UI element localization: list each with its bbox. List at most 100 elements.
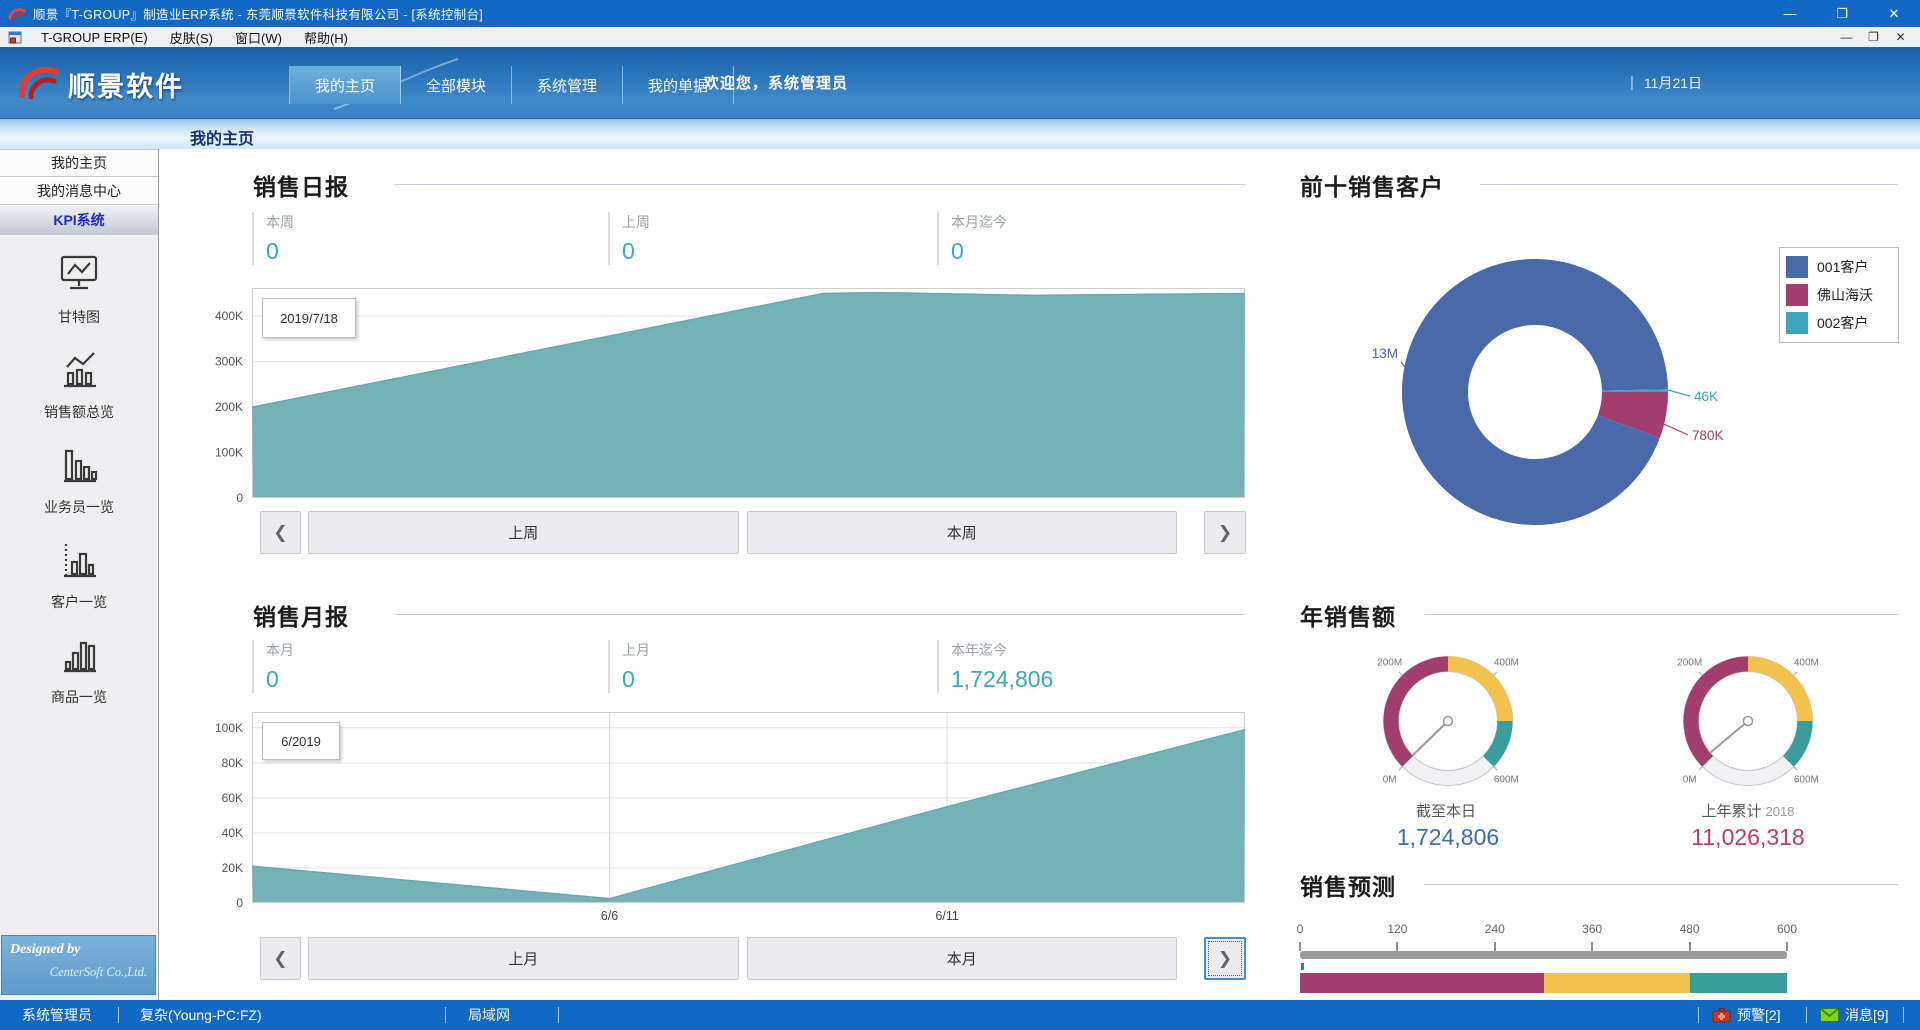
- sidebar-tool-customer-list[interactable]: 客户一览: [51, 536, 107, 612]
- stat-this-month: 本月 0: [252, 640, 608, 693]
- window-close-button[interactable]: ✕: [1868, 0, 1920, 27]
- monthly-next-button[interactable]: ❯: [1204, 937, 1246, 980]
- divider: [1425, 884, 1898, 885]
- stat-month-to-date: 本月迄今 0: [937, 212, 1245, 265]
- monthly-stats: 本月 0 上月 0 本年迄今 1,724,806: [252, 640, 1245, 693]
- product-list-icon: [56, 631, 102, 680]
- divider: [1903, 1007, 1904, 1023]
- main-nav-tabs: 我的主页 全部模块 系统管理 我的单据: [289, 66, 734, 104]
- svg-text:0M: 0M: [1383, 774, 1397, 785]
- top-customers-title: 前十销售客户: [1300, 168, 1444, 202]
- daily-next-button[interactable]: ❯: [1204, 511, 1246, 554]
- tab-my-homepage[interactable]: 我的主页: [290, 66, 401, 104]
- gauge2-caption: 上年累计2018: [1663, 800, 1833, 821]
- salesman-list-icon: [56, 441, 102, 490]
- svg-text:13M: 13M: [1372, 346, 1398, 361]
- sidebar-item-message-center[interactable]: 我的消息中心: [0, 177, 158, 205]
- sidebar: 我的主页 我的消息中心 KPI系统 甘特图 销售额总览 业务员一览: [0, 149, 159, 1000]
- sidebar-tool-sales-overview[interactable]: 销售额总览: [44, 346, 114, 422]
- forecast-axis-tick: 600: [1767, 922, 1807, 936]
- daily-chart-tooltip: 2019/7/18: [262, 298, 356, 338]
- gauge2-year: 2018: [1766, 804, 1795, 819]
- divider: [445, 1007, 446, 1023]
- svg-text:46K: 46K: [1694, 389, 1718, 404]
- svg-text:100K: 100K: [215, 721, 243, 735]
- divider: [395, 184, 1245, 185]
- sidebar-item-kpi-system[interactable]: KPI系统: [0, 205, 158, 235]
- sidebar-tool-salesman-list[interactable]: 业务员一览: [44, 441, 114, 517]
- monthly-lastmonth-button[interactable]: 上月: [308, 937, 739, 980]
- message-envelope-icon: [1820, 1000, 1839, 1030]
- customer-list-icon: [56, 536, 102, 585]
- brand-name: 顺景软件: [68, 65, 184, 104]
- welcome-text: 欢迎您，系统管理员: [704, 47, 848, 118]
- monthly-report-title: 销售月报: [253, 598, 349, 632]
- forecast-axis-tick: 120: [1377, 922, 1417, 936]
- gauge-year-to-date[interactable]: 0M200M400M600M: [1363, 645, 1533, 805]
- tab-system-management[interactable]: 系统管理: [512, 66, 623, 104]
- svg-text:200K: 200K: [215, 400, 243, 414]
- gauge1-caption: 截至本日: [1363, 800, 1533, 821]
- legend-item-foshan[interactable]: 佛山海沃: [1786, 281, 1892, 309]
- daily-area-chart[interactable]: 0100K200K300K400K: [252, 288, 1245, 498]
- svg-text:6/6: 6/6: [601, 909, 618, 923]
- monthly-prev-button[interactable]: ❮: [260, 937, 301, 980]
- legend-item-001[interactable]: 001客户: [1786, 253, 1892, 281]
- statusbar-machine: 复杂(Young-PC:FZ): [140, 1000, 262, 1030]
- sidebar-tool-gantt[interactable]: 甘特图: [56, 251, 102, 327]
- daily-lastweek-button[interactable]: 上周: [308, 511, 739, 554]
- menu-skin[interactable]: 皮肤(S): [159, 27, 224, 47]
- monthly-thismonth-button[interactable]: 本月: [747, 937, 1178, 980]
- tab-all-modules[interactable]: 全部模块: [401, 66, 512, 104]
- window-title: 顺景『T-GROUP』制造业ERP系统 - 东莞顺景软件科技有限公司 - [系统…: [33, 4, 483, 23]
- stat-this-week: 本周 0: [252, 212, 608, 265]
- legend-swatch: [1786, 284, 1808, 306]
- stat-last-month: 上月 0: [608, 640, 937, 693]
- sidebar-tool-label: 销售额总览: [44, 402, 114, 422]
- statusbar-alerts[interactable]: 预警[2]: [1737, 1000, 1781, 1030]
- svg-text:6/11: 6/11: [935, 909, 958, 923]
- legend-item-002[interactable]: 002客户: [1786, 309, 1892, 337]
- date-divider: |: [1630, 74, 1634, 91]
- daily-report-title: 销售日报: [253, 168, 349, 202]
- window-restore-button[interactable]: ❐: [1816, 0, 1868, 27]
- window-minimize-button[interactable]: —: [1764, 0, 1816, 27]
- annual-sales-title: 年销售额: [1300, 598, 1396, 632]
- customers-donut-chart[interactable]: 13M780K46K: [1360, 250, 1710, 540]
- window-titlebar: 顺景『T-GROUP』制造业ERP系统 - 东莞顺景软件科技有限公司 - [系统…: [0, 0, 1920, 27]
- menu-window[interactable]: 窗口(W): [224, 27, 293, 47]
- svg-text:200M: 200M: [1677, 658, 1702, 669]
- alert-kit-icon: [1712, 1000, 1731, 1030]
- forecast-bullet-chart[interactable]: 0120240360480600: [1300, 912, 1900, 1000]
- menu-tgroup-erp[interactable]: T-GROUP ERP(E): [30, 27, 159, 47]
- svg-text:100K: 100K: [215, 446, 243, 460]
- mdi-minimize-button[interactable]: —: [1833, 27, 1860, 47]
- legend-swatch: [1786, 312, 1808, 334]
- sidebar-item-my-homepage[interactable]: 我的主页: [0, 149, 158, 177]
- daily-stats: 本周 0 上周 0 本月迄今 0: [252, 212, 1245, 265]
- app-window: 顺景『T-GROUP』制造业ERP系统 - 东莞顺景软件科技有限公司 - [系统…: [0, 0, 1920, 1030]
- divider: [1806, 1007, 1807, 1023]
- daily-pager: ❮ 上周 本周 ❯: [260, 511, 1246, 554]
- mdi-close-button[interactable]: ✕: [1887, 27, 1914, 47]
- forecast-track: [1300, 951, 1787, 959]
- stat-last-week: 上周 0: [608, 212, 937, 265]
- gauge1-value: 1,724,806: [1338, 824, 1558, 851]
- divider: [1480, 184, 1898, 185]
- monthly-area-chart[interactable]: 020K40K60K80K100K6/66/11: [252, 712, 1245, 903]
- statusbar-messages[interactable]: 消息[9]: [1845, 1000, 1889, 1030]
- svg-text:0M: 0M: [1683, 774, 1697, 785]
- menu-help[interactable]: 帮助(H): [293, 27, 359, 47]
- sidebar-tool-product-list[interactable]: 商品一览: [51, 631, 107, 707]
- legend-swatch: [1786, 256, 1808, 278]
- daily-prev-button[interactable]: ❮: [260, 511, 301, 554]
- monthly-chart-tooltip: 6/2019: [262, 722, 340, 760]
- breadcrumb-bar: 我的主页: [0, 118, 1920, 149]
- svg-text:200M: 200M: [1377, 658, 1402, 669]
- daily-thisweek-button[interactable]: 本周: [747, 511, 1178, 554]
- statusbar: 系统管理员 复杂(Young-PC:FZ) 局域网 预警[2] 消息[9]: [0, 1000, 1920, 1030]
- mdi-restore-button[interactable]: ❐: [1860, 27, 1887, 47]
- sidebar-footer: Designed by CenterSoft Co.,Ltd.: [1, 935, 156, 995]
- gauge-last-year[interactable]: 0M200M400M600M: [1663, 645, 1833, 805]
- header-date: |11月21日: [1630, 47, 1702, 118]
